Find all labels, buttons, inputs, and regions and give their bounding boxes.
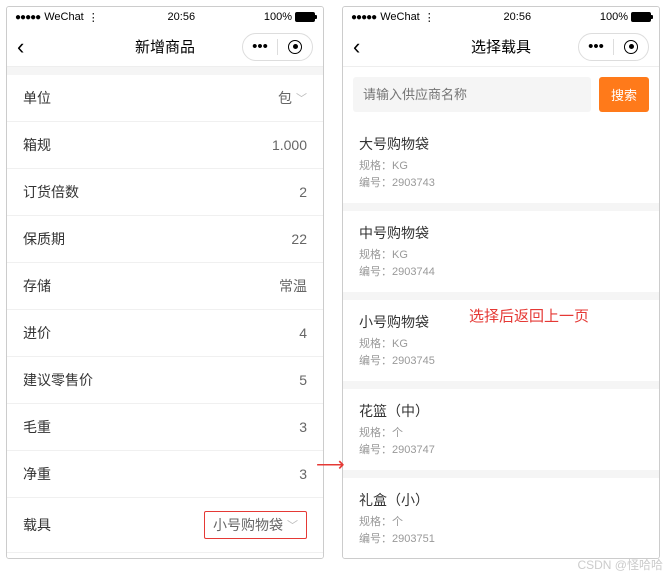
page-title: 新增商品	[135, 36, 195, 57]
chevron-down-icon: ﹀	[287, 517, 298, 533]
row-value: 2	[299, 184, 307, 200]
item-code: 编号：2903743	[359, 175, 643, 192]
row-label: 进价	[23, 323, 51, 343]
row-label: 箱规	[23, 135, 51, 155]
signal-icon: ●●●●●	[351, 12, 376, 23]
arrow-annotation: ⟶	[316, 452, 345, 477]
row-value: 1.000	[272, 137, 307, 153]
search-bar: 搜索	[343, 67, 659, 122]
row-label: 存储	[23, 276, 51, 296]
form-row[interactable]: 箱规 1.000	[7, 122, 323, 169]
row-label: 保质期	[23, 229, 65, 249]
time-label: 20:56	[168, 11, 196, 23]
list-item[interactable]: 中号购物袋规格：KG编号：2903744	[343, 211, 659, 292]
form-row[interactable]: 存储 常温	[7, 263, 323, 310]
item-title: 大号购物袋	[359, 134, 643, 154]
row-label: 建议零售价	[23, 370, 93, 390]
list-item[interactable]: 花篮（中） 规格：个编号：2903747	[343, 389, 659, 470]
page-title: 选择载具	[471, 36, 531, 57]
item-code: 编号：2903747	[359, 442, 643, 459]
form-row[interactable]: 载具 小号购物袋﹀	[7, 498, 323, 553]
list-content: 大号购物袋规格：KG编号：2903743中号购物袋规格：KG编号：2903744…	[343, 122, 659, 558]
item-meta: 规格：KG	[359, 247, 643, 264]
battery-percent: 100%	[600, 11, 628, 23]
search-button[interactable]: 搜索	[599, 77, 649, 112]
item-code: 编号：2903751	[359, 531, 643, 548]
item-meta: 规格：个	[359, 514, 643, 531]
item-meta: 规格：KG	[359, 158, 643, 175]
item-code: 编号：2903744	[359, 264, 643, 281]
row-label: 载具	[23, 515, 51, 535]
time-label: 20:56	[504, 11, 532, 23]
phone-left: ●●●●● WeChat ⋮ 20:56 100% ‹ 新增商品 ••• 单位 包﹀ 箱…	[6, 6, 324, 559]
form-row[interactable]: 保质期 22	[7, 216, 323, 263]
chevron-down-icon: ﹀	[296, 90, 307, 106]
row-value: 5	[299, 372, 307, 388]
item-code: 编号：2903745	[359, 353, 643, 370]
battery-icon	[631, 12, 651, 22]
item-title: 中号购物袋	[359, 223, 643, 243]
form-content: 单位 包﹀ 箱规 1.000 订货倍数 2 保质期 22 存储 常温进价 4 建议零售价 5 毛重 3 净重 3…	[7, 67, 323, 558]
row-value: 常温	[279, 276, 307, 296]
form-row[interactable]: 单位 包﹀	[7, 75, 323, 122]
row-value: 包﹀	[278, 88, 307, 108]
watermark: CSDN @怪哈哈	[577, 556, 663, 573]
menu-icon[interactable]: •••	[579, 38, 613, 55]
status-bar: ●●●●● WeChat ⋮ 20:56 100%	[7, 7, 323, 27]
wifi-icon: ⋮	[424, 11, 435, 24]
item-title: 礼盒（小）	[359, 490, 643, 510]
search-input[interactable]	[353, 77, 591, 112]
back-icon[interactable]: ‹	[17, 34, 24, 60]
form-row[interactable]: 建议零售价 5	[7, 357, 323, 404]
row-value: 小号购物袋﹀	[204, 511, 307, 539]
nav-bar: ‹ 新增商品 •••	[7, 27, 323, 67]
capsule-menu: •••	[242, 33, 313, 61]
row-label: 订货倍数	[23, 182, 79, 202]
item-title: 花篮（中）	[359, 401, 643, 421]
item-meta: 规格：个	[359, 425, 643, 442]
capsule-menu: •••	[578, 33, 649, 61]
row-value: 3	[299, 466, 307, 482]
form-row[interactable]: 订货倍数 2	[7, 169, 323, 216]
signal-icon: ●●●●●	[15, 12, 40, 23]
row-value: 4	[299, 325, 307, 341]
form-row[interactable]: 进价 4	[7, 310, 323, 357]
annotation-text: 选择后返回上一页	[469, 305, 589, 326]
row-label: 单位	[23, 88, 51, 108]
close-icon[interactable]	[614, 40, 648, 54]
battery-percent: 100%	[264, 11, 292, 23]
carrier-label: WeChat	[380, 11, 420, 23]
form-row[interactable]: 日清是否	[7, 553, 323, 558]
row-label: 毛重	[23, 417, 51, 437]
carrier-label: WeChat	[44, 11, 84, 23]
status-bar: ●●●●● WeChat ⋮ 20:56 100%	[343, 7, 659, 27]
row-value: 3	[299, 419, 307, 435]
item-meta: 规格：KG	[359, 336, 643, 353]
phone-right: ●●●●● WeChat ⋮ 20:56 100% ‹ 选择载具 ••• 搜索 大号…	[342, 6, 660, 559]
nav-bar: ‹ 选择载具 •••	[343, 27, 659, 67]
battery-icon	[295, 12, 315, 22]
form-row[interactable]: 毛重 3	[7, 404, 323, 451]
close-icon[interactable]	[278, 40, 312, 54]
list-item[interactable]: 礼盒（小） 规格：个编号：2903751	[343, 478, 659, 558]
menu-icon[interactable]: •••	[243, 38, 277, 55]
wifi-icon: ⋮	[88, 11, 99, 24]
form-row[interactable]: 净重 3	[7, 451, 323, 498]
row-value: 22	[291, 231, 307, 247]
row-label: 净重	[23, 464, 51, 484]
list-item[interactable]: 大号购物袋规格：KG编号：2903743	[343, 122, 659, 203]
back-icon[interactable]: ‹	[353, 34, 360, 60]
